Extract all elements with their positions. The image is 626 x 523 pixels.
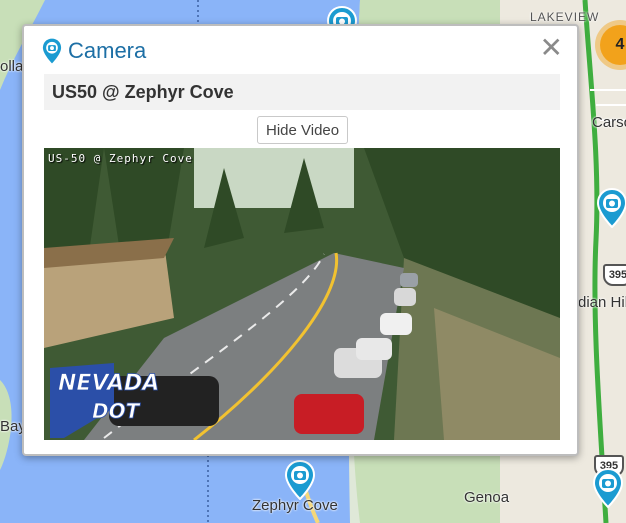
location-bar: US50 @ Zephyr Cove	[44, 74, 560, 110]
camera-pin-icon[interactable]	[285, 460, 315, 500]
camera-location-name: US50 @ Zephyr Cove	[52, 81, 234, 102]
camera-pin-icon[interactable]	[593, 468, 623, 508]
map-label-indian-hills: dian Hil	[578, 294, 626, 311]
popup-header: Camera	[42, 38, 146, 64]
close-icon[interactable]: ✕	[540, 34, 563, 62]
map-label-ollala: olla	[0, 58, 24, 75]
camera-popup: Camera ✕ US50 @ Zephyr Cove Hide Video N…	[22, 24, 579, 456]
camera-pin-icon	[42, 38, 62, 64]
popup-title: Camera	[68, 38, 147, 63]
camera-overlay-text: US-50 @ Zephyr Cove	[48, 152, 193, 165]
camera-video-feed[interactable]: NEVADA DOT US-50 @ Zephyr Cove	[44, 148, 560, 440]
hide-video-button[interactable]: Hide Video	[257, 116, 349, 144]
map-label-genoa: Genoa	[464, 489, 510, 506]
map-label-carson: Carso	[592, 114, 626, 131]
svg-text:DOT: DOT	[92, 399, 141, 423]
map-label-lakeview: LAKEVIEW	[530, 10, 600, 24]
traffic-camera-image: NEVADA DOT	[44, 148, 560, 440]
svg-text:NEVADA: NEVADA	[58, 371, 159, 396]
camera-pin-icon[interactable]	[597, 188, 626, 228]
highway-shield-395: 395	[603, 264, 626, 286]
